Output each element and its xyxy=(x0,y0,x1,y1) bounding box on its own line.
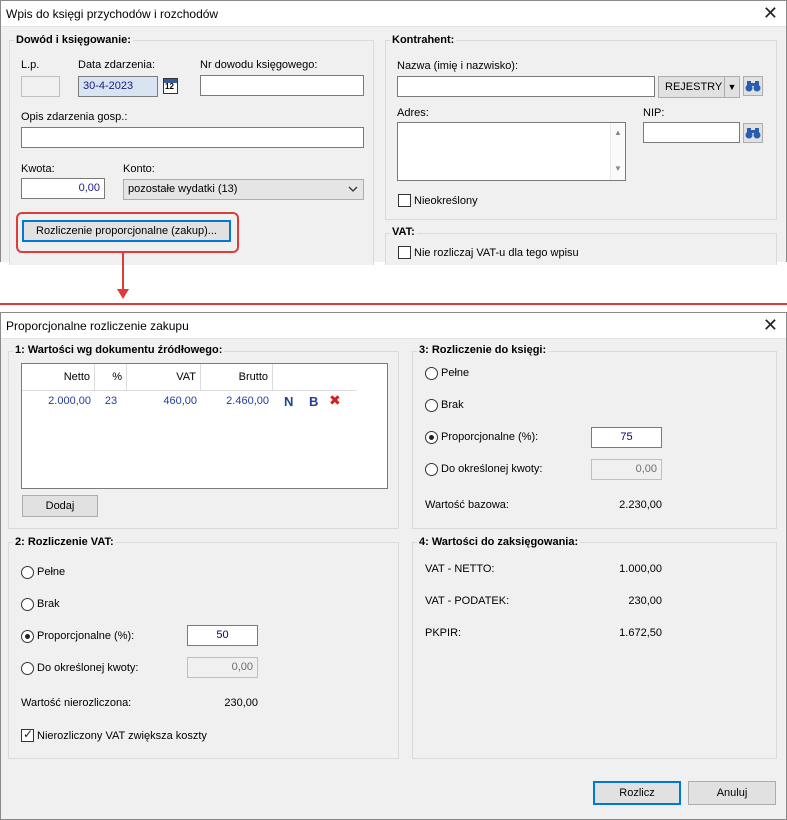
nip-binoculars-icon[interactable] xyxy=(743,123,763,143)
arrow-down-icon xyxy=(117,289,129,299)
vat-netto-label: VAT - NETTO: xyxy=(425,563,495,575)
nazwa-label: Nazwa (imię i nazwisko): xyxy=(397,60,519,72)
rozlicz-button[interactable]: Rozlicz xyxy=(593,781,681,805)
vat-proporcjonalne-label: Proporcjonalne (%): xyxy=(37,630,135,642)
dowod-group-title: Dowód i księgowanie: xyxy=(14,34,133,46)
arrow-line xyxy=(122,252,124,292)
cell-netto: 2.000,00 xyxy=(48,395,91,407)
vat-do-kwoty-radio[interactable] xyxy=(21,662,34,675)
section2-title: 2: Rozliczenie VAT: xyxy=(13,536,116,548)
ksiega-proporcjonalne-radio[interactable] xyxy=(425,431,438,444)
zwieksza-koszty-checkbox[interactable] xyxy=(21,727,34,742)
nip-field[interactable] xyxy=(643,122,740,143)
section4-title: 4: Wartości do zaksięgowania: xyxy=(417,536,581,548)
nazwa-field[interactable] xyxy=(397,76,655,97)
nr-dowodu-label: Nr dowodu księgowego: xyxy=(200,59,318,71)
binoculars-search-icon[interactable] xyxy=(743,76,763,96)
ksiega-pelne-label: Pełne xyxy=(441,367,470,379)
chevron-down-icon xyxy=(348,186,358,192)
konto-select-value: pozostałe wydatki (13) xyxy=(128,183,238,195)
table-row[interactable]: 2.000,00 23 460,00 2.460,00 N B ✖ xyxy=(22,364,387,414)
vat-podatek-value: 230,00 xyxy=(628,595,662,607)
dialog-title: Proporcjonalne rozliczenie zakupu xyxy=(6,319,189,333)
ksiega-brak-radio[interactable] xyxy=(425,399,438,412)
ksiega-proporcjonalne-label: Proporcjonalne (%): xyxy=(441,431,539,443)
opis-label: Opis zdarzenia gosp.: xyxy=(21,111,128,123)
adres-scrollbar[interactable]: ▲ ▼ xyxy=(610,123,625,180)
vat-netto-value: 1.000,00 xyxy=(619,563,662,575)
nieokreslony-label: Nieokreślony xyxy=(414,195,478,207)
cell-vat: 460,00 xyxy=(163,395,197,407)
vat-podatek-label: VAT - PODATEK: xyxy=(425,595,510,607)
date-field[interactable]: 30-4-2023 xyxy=(78,76,158,97)
kwota-field[interactable]: 0,00 xyxy=(21,178,105,199)
vat-pelne-radio[interactable] xyxy=(21,566,34,579)
ksiega-do-kwoty-field[interactable]: 0,00 xyxy=(591,459,662,480)
vat-brak-label: Brak xyxy=(37,598,60,610)
nierozliczona-value: 230,00 xyxy=(224,697,258,709)
vat-proporcjonalne-radio[interactable] xyxy=(21,630,34,643)
section2-group xyxy=(8,542,399,759)
kontrahent-group-title: Kontrahent: xyxy=(390,34,457,46)
konto-select[interactable]: pozostałe wydatki (13) xyxy=(123,179,364,200)
set-brutto-icon[interactable]: B xyxy=(309,394,318,409)
dodaj-button[interactable]: Dodaj xyxy=(22,495,98,517)
dialog-close-icon[interactable]: ✕ xyxy=(763,316,778,334)
scroll-up-icon[interactable]: ▲ xyxy=(614,123,622,142)
vat-group-title: VAT: xyxy=(390,226,417,238)
values-table[interactable]: Netto % VAT Brutto 2.000,00 23 460,00 2.… xyxy=(21,363,388,489)
nierozliczona-label: Wartość nierozliczona: xyxy=(21,697,132,709)
pkpir-value: 1.672,50 xyxy=(619,627,662,639)
ksiega-do-kwoty-label: Do określonej kwoty: xyxy=(441,463,543,475)
vat-pelne-label: Pełne xyxy=(37,566,66,578)
kwota-label: Kwota: xyxy=(21,163,55,175)
ksiega-pelne-radio[interactable] xyxy=(425,367,438,380)
separator-line xyxy=(0,303,787,305)
calendar-icon[interactable]: 12 xyxy=(163,78,178,94)
rejestry-button-label: REJESTRY xyxy=(665,81,723,93)
ksiega-proporcjonalne-field[interactable]: 75 xyxy=(591,427,662,448)
rejestry-button[interactable]: REJESTRY ▼ xyxy=(658,76,740,98)
adres-field[interactable]: ▲ ▼ xyxy=(397,122,626,181)
bazowa-value: 2.230,00 xyxy=(619,499,662,511)
ksiega-do-kwoty-radio[interactable] xyxy=(425,463,438,476)
section3-title: 3: Rozliczenie do księgi: xyxy=(417,344,549,356)
nieokreslony-checkbox[interactable] xyxy=(398,194,411,207)
bazowa-label: Wartość bazowa: xyxy=(425,499,509,511)
date-label: Data zdarzenia: xyxy=(78,59,156,71)
nip-label: NIP: xyxy=(643,107,665,119)
vat-do-kwoty-label: Do określonej kwoty: xyxy=(37,662,139,674)
adres-label: Adres: xyxy=(397,107,429,119)
entry-close-icon[interactable]: ✕ xyxy=(763,4,778,22)
vat-proporcjonalne-field[interactable]: 50 xyxy=(187,625,258,646)
vat-do-kwoty-field[interactable]: 0,00 xyxy=(187,657,258,678)
set-netto-icon[interactable]: N xyxy=(284,394,293,409)
entry-window: Wpis do księgi przychodów i rozchodów ✕ … xyxy=(0,0,787,265)
ksiega-brak-label: Brak xyxy=(441,399,464,411)
cell-pct: 23 xyxy=(104,395,118,407)
vat-brak-radio[interactable] xyxy=(21,598,34,611)
nr-dowodu-field[interactable] xyxy=(200,75,364,96)
calendar-icon-day: 12 xyxy=(165,82,174,91)
cell-brutto: 2.460,00 xyxy=(226,395,269,407)
entry-window-title: Wpis do księgi przychodów i rozchodów xyxy=(6,7,219,21)
lp-field xyxy=(21,76,60,97)
rejestry-dropdown-icon[interactable]: ▼ xyxy=(724,77,739,97)
anuluj-button[interactable]: Anuluj xyxy=(688,781,776,805)
lp-label: L.p. xyxy=(21,59,40,71)
pkpir-label: PKPIR: xyxy=(425,627,462,639)
prop-settlement-button[interactable]: Rozliczenie proporcjonalne (zakup)... xyxy=(22,220,231,242)
scroll-down-icon[interactable]: ▼ xyxy=(614,159,622,178)
nie-rozliczaj-vat-label: Nie rozliczaj VAT-u dla tego wpisu xyxy=(414,247,579,259)
proportional-dialog: Proporcjonalne rozliczenie zakupu ✕ 1: W… xyxy=(0,312,787,820)
nie-rozliczaj-vat-checkbox[interactable] xyxy=(398,246,411,259)
konto-label: Konto: xyxy=(123,163,155,175)
opis-field[interactable] xyxy=(21,127,364,148)
section1-title: 1: Wartości wg dokumentu źródłowego: xyxy=(13,344,225,356)
delete-row-icon[interactable]: ✖ xyxy=(329,393,341,409)
entry-titlebar: Wpis do księgi przychodów i rozchodów ✕ xyxy=(1,1,786,27)
zwieksza-koszty-label: Nierozliczony VAT zwiększa koszty xyxy=(37,730,207,742)
dialog-titlebar: Proporcjonalne rozliczenie zakupu ✕ xyxy=(1,313,786,339)
